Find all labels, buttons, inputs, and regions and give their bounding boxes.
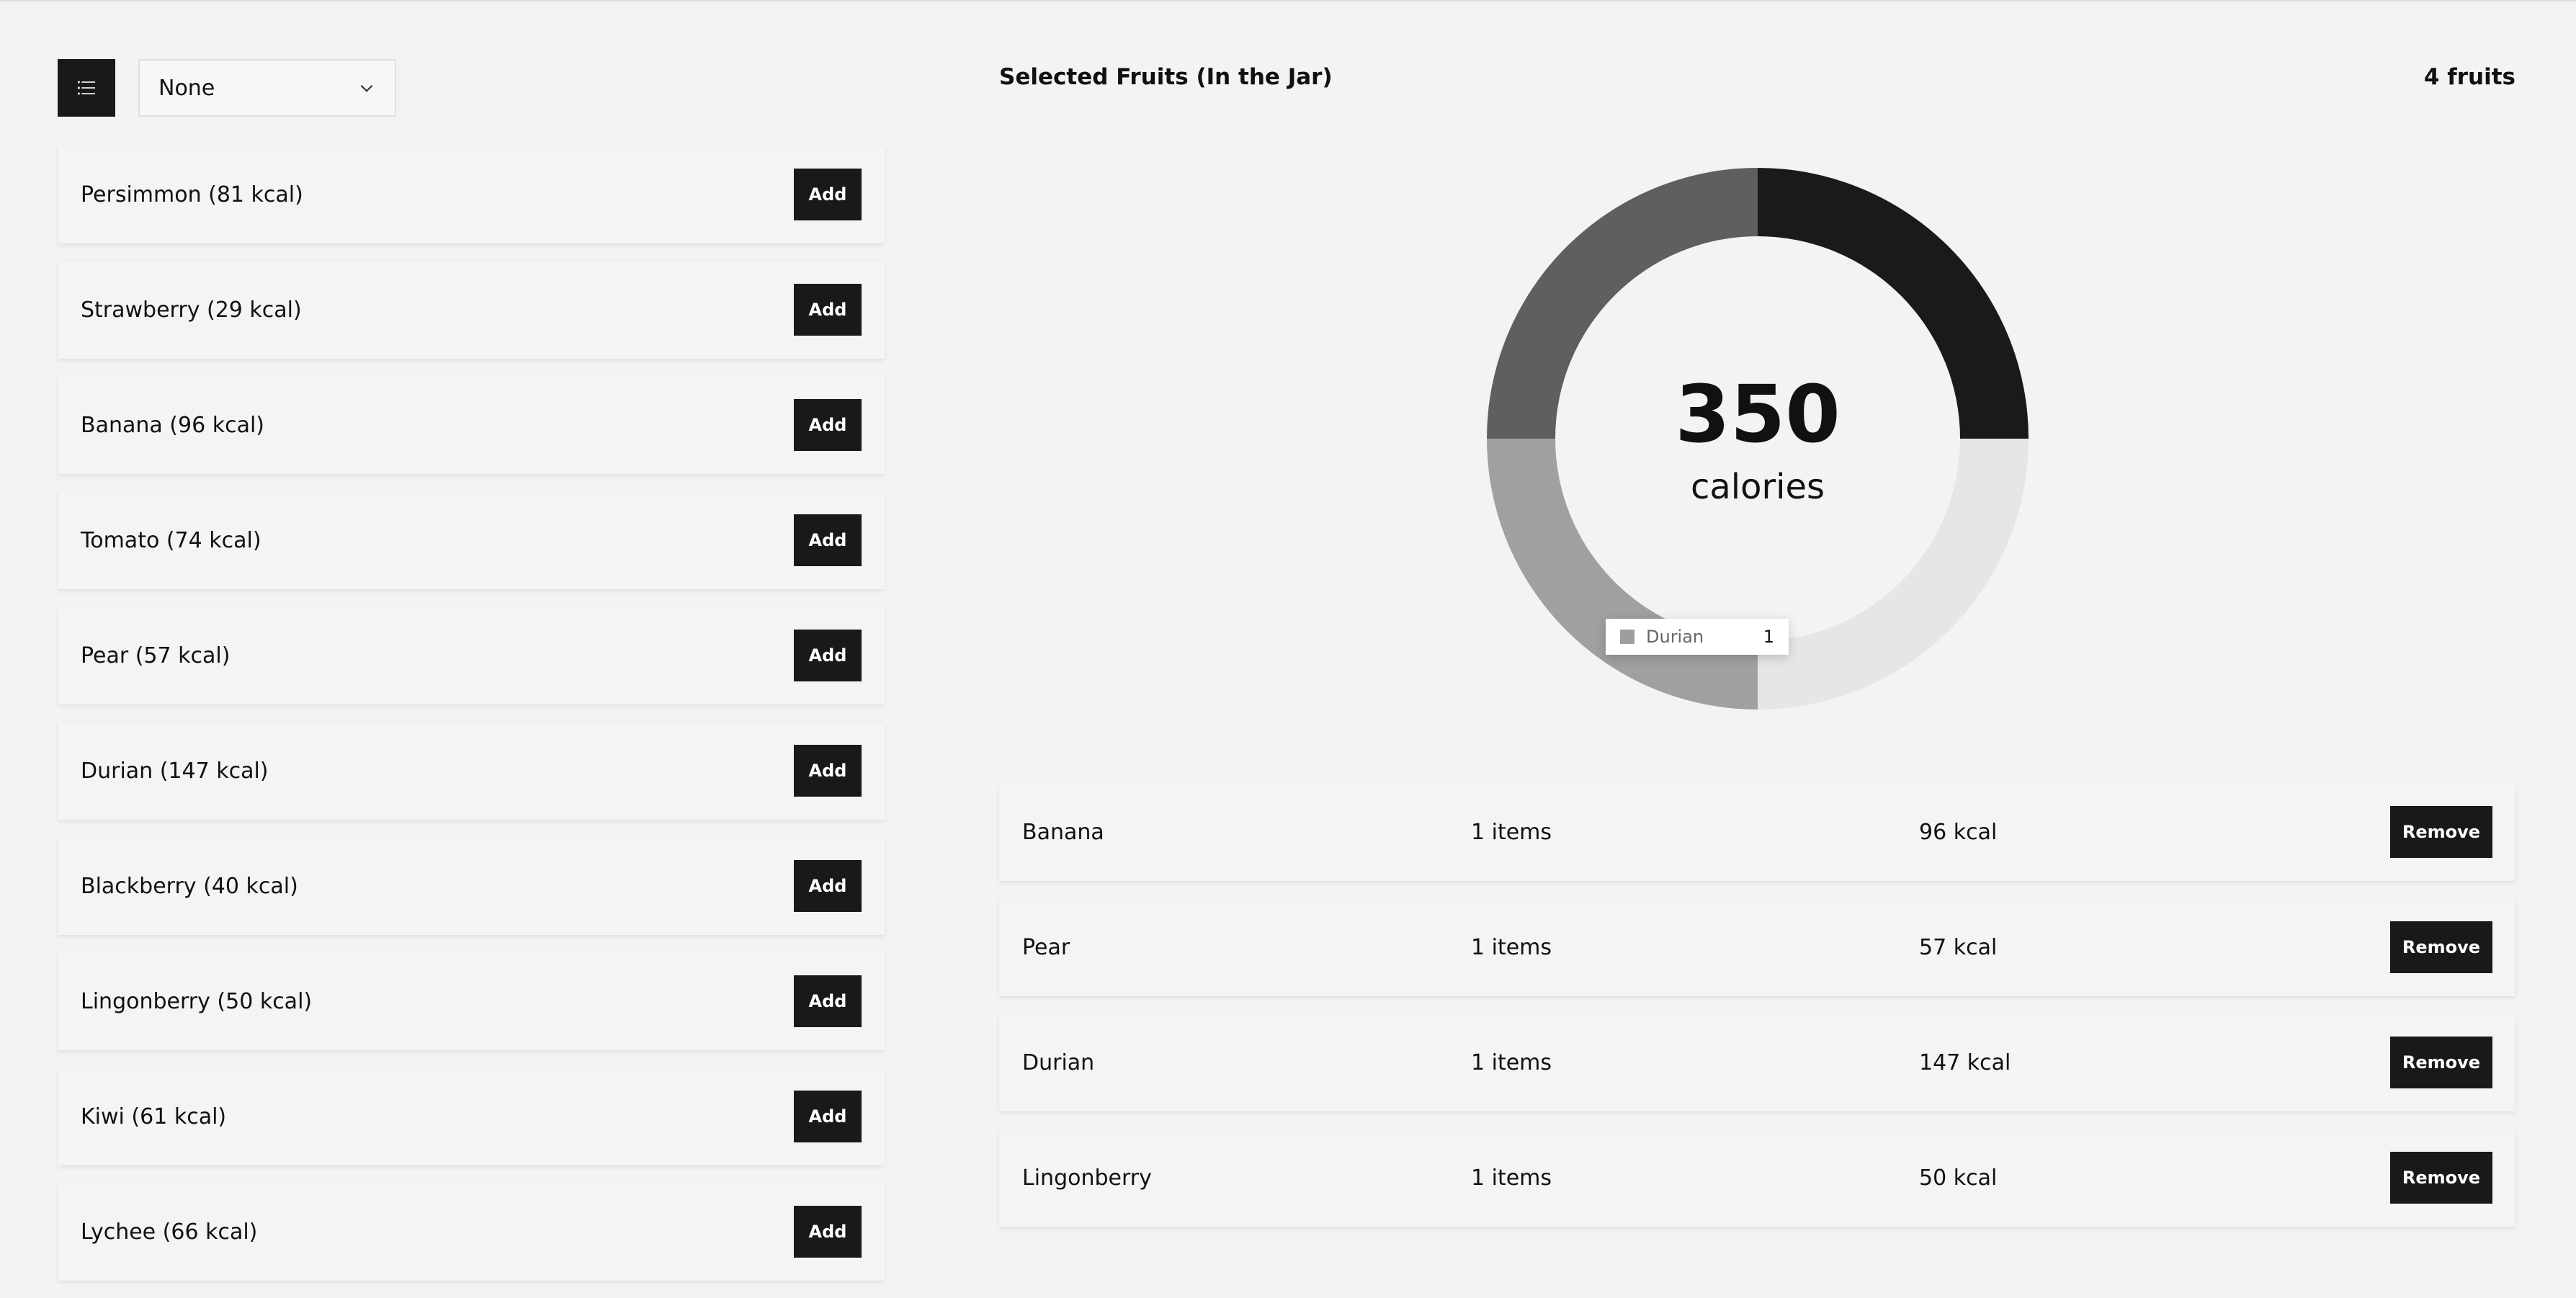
add-button[interactable]: Add	[794, 745, 862, 797]
add-button[interactable]: Add	[794, 1091, 862, 1142]
fruit-card: Lingonberry (50 kcal) Add	[58, 952, 885, 1050]
add-button[interactable]: Add	[794, 860, 862, 912]
add-button[interactable]: Add	[794, 399, 862, 451]
fruit-label: Persimmon (81 kcal)	[81, 182, 303, 207]
total-calories-label: calories	[1690, 467, 1825, 507]
jar-count: 4 fruits	[2423, 64, 2515, 90]
fruit-label: Blackberry (40 kcal)	[81, 873, 298, 899]
remove-button[interactable]: Remove	[2390, 1152, 2492, 1204]
selected-row: Banana 1 items 96 kcal Remove	[999, 783, 2515, 881]
selected-items: 1 items	[1471, 819, 1552, 845]
chart-tooltip: Durian 1	[1606, 619, 1789, 655]
remove-button[interactable]: Remove	[2390, 806, 2492, 858]
fruit-label: Strawberry (29 kcal)	[81, 297, 302, 323]
selected-name: Banana	[1022, 819, 1104, 845]
jar-title: Selected Fruits (In the Jar)	[999, 64, 1333, 90]
selected-row: Pear 1 items 57 kcal Remove	[999, 898, 2515, 996]
fruit-card: Tomato (74 kcal) Add	[58, 491, 885, 589]
tooltip-name: Durian	[1646, 627, 1704, 647]
selected-items: 1 items	[1471, 934, 1552, 960]
selected-row: Lingonberry 1 items 50 kcal Remove	[999, 1129, 2515, 1227]
selected-name: Lingonberry	[1022, 1165, 1152, 1191]
fruit-label: Banana (96 kcal)	[81, 412, 264, 438]
sort-select[interactable]: None	[138, 59, 396, 117]
selected-name: Pear	[1022, 934, 1070, 960]
list-view-button[interactable]	[58, 59, 115, 117]
remove-button[interactable]: Remove	[2390, 1037, 2492, 1088]
add-button[interactable]: Add	[794, 514, 862, 566]
add-button[interactable]: Add	[794, 284, 862, 336]
list-icon	[78, 81, 95, 95]
selected-kcal: 96 kcal	[1919, 819, 1998, 845]
fruit-label: Pear (57 kcal)	[81, 643, 231, 668]
fruit-card: Blackberry (40 kcal) Add	[58, 837, 885, 935]
chevron-down-icon	[360, 84, 373, 92]
sort-select-value: None	[158, 75, 215, 101]
selected-kcal: 50 kcal	[1919, 1165, 1998, 1191]
selected-items: 1 items	[1471, 1049, 1552, 1075]
selected-name: Durian	[1022, 1049, 1095, 1075]
selected-kcal: 147 kcal	[1919, 1049, 2011, 1075]
fruit-label: Durian (147 kcal)	[81, 758, 269, 784]
selected-items: 1 items	[1471, 1165, 1552, 1191]
selected-fruit-list: Banana 1 items 96 kcal Remove Pear 1 items 57 …	[999, 783, 2515, 1244]
fruit-card: Pear (57 kcal) Add	[58, 607, 885, 704]
fruit-card: Durian (147 kcal) Add	[58, 722, 885, 820]
tooltip-value: 1	[1763, 627, 1774, 647]
total-calories: 350	[1675, 368, 1841, 460]
toolbar: None	[58, 59, 396, 117]
add-button[interactable]: Add	[794, 169, 862, 220]
remove-button[interactable]: Remove	[2390, 921, 2492, 973]
selected-row: Durian 1 items 147 kcal Remove	[999, 1013, 2515, 1111]
fruit-label: Lingonberry (50 kcal)	[81, 988, 313, 1014]
fruit-card: Lychee (66 kcal) Add	[58, 1183, 885, 1281]
fruit-label: Kiwi (61 kcal)	[81, 1104, 227, 1129]
add-button[interactable]: Add	[794, 630, 862, 681]
add-button[interactable]: Add	[794, 975, 862, 1027]
tooltip-swatch	[1620, 630, 1634, 644]
fruit-list: Persimmon (81 kcal) Add Strawberry (29 kca…	[58, 146, 885, 1298]
jar-panel: Selected Fruits (In the Jar) 4 fruits	[999, 59, 2515, 95]
fruit-label: Tomato (74 kcal)	[81, 527, 261, 553]
fruit-card: Banana (96 kcal) Add	[58, 376, 885, 474]
fruit-card: Strawberry (29 kcal) Add	[58, 261, 885, 359]
selected-kcal: 57 kcal	[1919, 934, 1998, 960]
calorie-donut-chart: 350 calories Durian 1	[1340, 131, 2175, 779]
add-button[interactable]: Add	[794, 1206, 862, 1258]
fruit-card: Kiwi (61 kcal) Add	[58, 1068, 885, 1165]
fruit-card: Persimmon (81 kcal) Add	[58, 146, 885, 243]
fruit-label: Lychee (66 kcal)	[81, 1219, 258, 1245]
